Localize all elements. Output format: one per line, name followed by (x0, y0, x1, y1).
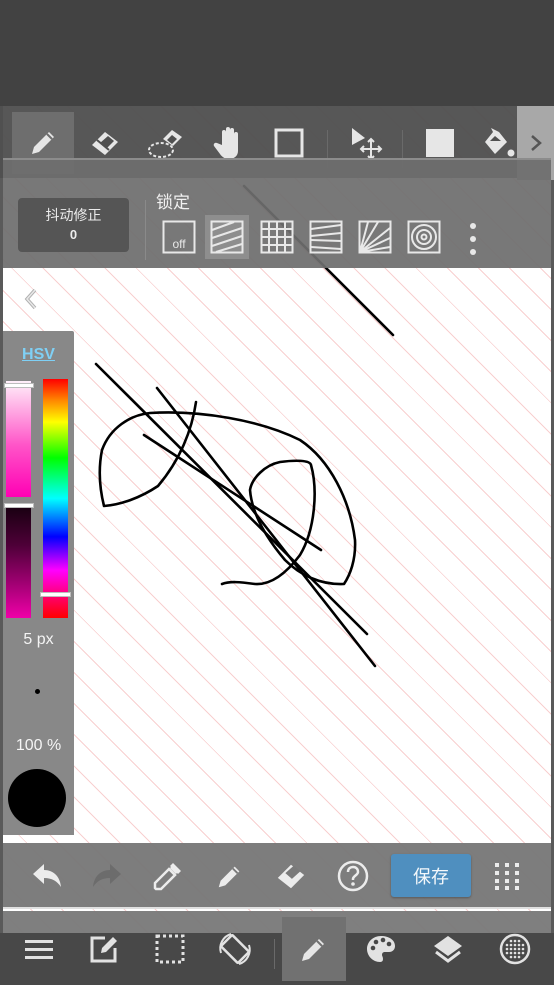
filled-square-icon (426, 129, 454, 157)
ruler-lock-panel: 抖动修正 0 锁定 off (3, 158, 551, 268)
undo-icon (33, 864, 61, 887)
edit-icon (90, 936, 117, 963)
nav-edit[interactable] (72, 917, 136, 981)
app-root: 抖动修正 0 锁定 off HSV 5 px 100 % 保存 (0, 0, 554, 985)
move-select-icon (352, 128, 383, 161)
nav-material[interactable] (483, 917, 547, 981)
undo-button[interactable] (23, 851, 71, 901)
stabilizer-button[interactable]: 抖动修正 0 (18, 198, 129, 252)
more-vertical-icon (470, 236, 476, 242)
grid-icon (260, 220, 294, 254)
dots-grid-icon (495, 863, 519, 890)
lock-option-concentric[interactable] (402, 215, 446, 259)
layers-icon (434, 936, 462, 963)
nav-menu[interactable] (7, 917, 71, 981)
nav-selection[interactable] (138, 917, 202, 981)
eraser-icon (277, 864, 305, 889)
nav-rotate[interactable] (203, 917, 267, 981)
brush-size-label[interactable]: 5 px (3, 631, 74, 649)
lock-option-parallel[interactable] (205, 215, 249, 259)
eyedropper-icon (153, 863, 181, 891)
help-circle-icon (337, 860, 369, 892)
lock-more-button[interactable] (465, 223, 481, 255)
rotate-icon (219, 933, 251, 965)
eraser-button[interactable] (267, 851, 315, 901)
pen-button[interactable] (206, 851, 254, 901)
lock-option-radial[interactable] (353, 215, 397, 259)
stabilizer-value: 0 (69, 227, 78, 242)
lock-option-off[interactable]: off (157, 215, 201, 259)
pen-icon (32, 132, 54, 154)
collapse-panel-button[interactable] (18, 285, 44, 313)
opacity-label[interactable]: 100 % (3, 737, 74, 755)
eyedropper-button[interactable] (144, 851, 192, 901)
value-slider-handle[interactable] (4, 503, 34, 508)
nav-layers[interactable] (416, 917, 480, 981)
chevron-right-icon (530, 135, 542, 151)
nav-separator (274, 939, 275, 969)
pen-icon (218, 866, 240, 888)
saturation-slider[interactable] (6, 381, 31, 497)
chevron-left-icon (24, 288, 37, 310)
lock-option-perspective[interactable] (304, 215, 348, 259)
concentric-circles-icon (407, 220, 441, 254)
save-button[interactable]: 保存 (391, 854, 471, 897)
stabilizer-label: 抖动修正 (45, 207, 102, 223)
value-slider[interactable] (6, 506, 31, 618)
redo-icon (93, 864, 121, 887)
svg-text:off: off (172, 237, 186, 251)
current-color-swatch[interactable] (8, 769, 66, 827)
action-bar: 保存 (3, 843, 551, 909)
selection-eraser-icon (148, 130, 182, 158)
radial-lines-icon (358, 220, 392, 254)
material-icon (499, 933, 531, 965)
more-vertical-icon (470, 249, 476, 255)
lock-off-icon: off (162, 220, 196, 254)
nav-pen[interactable] (282, 917, 346, 981)
more-vertical-icon (470, 223, 476, 229)
redo-button[interactable] (83, 851, 131, 901)
menu-icon (25, 940, 53, 959)
bottom-navigation (0, 917, 554, 985)
color-panel: HSV 5 px 100 % (3, 331, 74, 835)
nav-palette[interactable] (349, 917, 413, 981)
help-button[interactable] (329, 851, 377, 901)
panel-separator (145, 200, 146, 260)
lock-title: 锁定 (156, 193, 190, 212)
brush-size-preview (35, 689, 40, 694)
palette-icon (367, 936, 395, 962)
lock-option-grid[interactable] (255, 215, 299, 259)
hand-icon (213, 127, 238, 159)
pen-icon (302, 939, 324, 961)
hue-slider[interactable] (43, 379, 68, 618)
parallel-lines-icon (210, 220, 244, 254)
more-tools-button[interactable] (483, 851, 531, 901)
square-outline-icon (274, 128, 304, 158)
perspective-lines-icon (309, 220, 343, 254)
selection-icon (155, 934, 185, 964)
saturation-slider-handle[interactable] (4, 383, 34, 388)
paint-bucket-icon (485, 128, 515, 157)
hue-slider-handle[interactable] (40, 592, 71, 597)
color-mode-toggle[interactable]: HSV (3, 346, 74, 364)
eraser-icon (92, 132, 118, 155)
